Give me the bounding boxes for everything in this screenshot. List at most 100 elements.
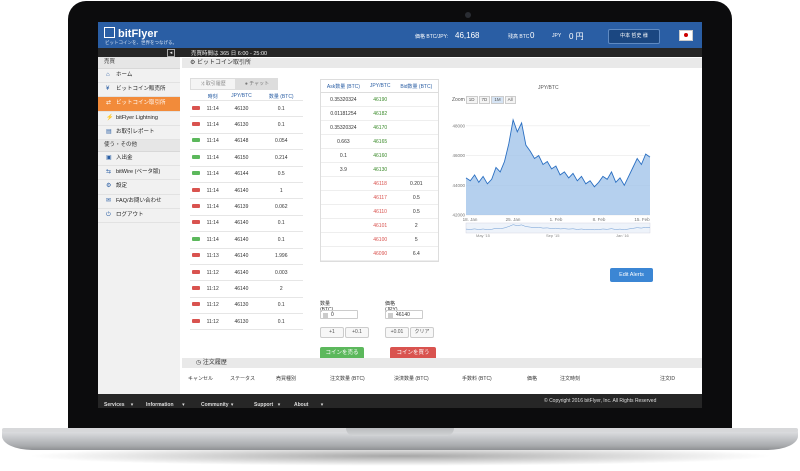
order-history-columns: キャンセル ステータス 売買種別 注文数量 (BTC) 決済数量 (BTC) 手数料 (B…	[180, 375, 700, 383]
side-sell-badge	[192, 204, 200, 209]
trade-price: 46140	[223, 215, 260, 233]
step-plus-0-1-button[interactable]: +0.1	[345, 327, 369, 338]
trade-qty: 0.5	[259, 166, 303, 183]
edit-alerts-button[interactable]: Edit Alerts	[610, 268, 653, 282]
bid-row[interactable]: 46101 2	[321, 218, 438, 233]
clock-icon: ◷	[196, 360, 203, 366]
order-history-column: 注文ID	[660, 376, 676, 382]
sidebar-item-report[interactable]: ▤ お取引レポート	[98, 126, 180, 140]
chevron-down-icon: ▾	[182, 402, 185, 408]
ask-qty-header: Ask数量 (BTC)	[321, 80, 366, 93]
qty-input[interactable]: 0	[320, 310, 358, 319]
exchange-icon: ⇄	[106, 100, 112, 107]
trade-qty: 0.214	[259, 149, 303, 167]
ask-row[interactable]: 3.9 46130	[321, 162, 438, 177]
bitwire-icon: ⇆	[106, 169, 112, 176]
trade-qty: 0.1	[259, 215, 303, 233]
order-history-column: キャンセル	[188, 376, 214, 382]
footer-link-information[interactable]: Information	[146, 402, 174, 408]
ask-row[interactable]: 0.01181254 46182	[321, 106, 438, 121]
sidebar-item-lightning[interactable]: ⚡ bitFlyer Lightning	[98, 112, 180, 126]
ask-row[interactable]: 0.663 46165	[321, 134, 438, 149]
trade-price: 46140	[223, 231, 260, 249]
logout-icon: ⏻	[106, 211, 111, 218]
yen-icon: ¥	[106, 86, 110, 93]
table-row: 11:14 46140 1	[190, 182, 303, 200]
bid-row[interactable]: 46118 0.201	[321, 176, 438, 191]
clear-button[interactable]: クリア	[410, 327, 434, 338]
chevron-down-icon: ▾	[130, 402, 134, 408]
bid-row[interactable]: 46110 0.5	[321, 204, 438, 219]
step-plus-1-button[interactable]: +1	[320, 327, 344, 338]
ask-qty: 3.9	[321, 162, 366, 177]
bid-row[interactable]: 46090 6.4	[321, 246, 438, 261]
trade-time: 11:14	[202, 116, 224, 134]
footer-link-about-us[interactable]: About Us	[294, 402, 308, 408]
side-badge	[190, 182, 202, 200]
trading-hours: 売買時間は 365 日 6:00 - 25:00	[191, 51, 268, 57]
brand-logo[interactable]: bitFlyer	[104, 27, 158, 40]
tab-history[interactable]: ⤨ 取引履歴	[190, 78, 236, 90]
x-tick-label: 1. Feb	[550, 217, 563, 222]
navigator-label: May '15	[476, 233, 491, 238]
empty-cell	[321, 176, 366, 191]
tab-chat[interactable]: ● チャット	[236, 78, 278, 90]
table-row: 11:14 46140 0.1	[190, 231, 303, 249]
trade-qty: 0.1	[259, 313, 303, 331]
chevron-down-icon: ▾	[277, 402, 281, 408]
side-badge	[190, 149, 202, 167]
side-badge	[190, 166, 202, 183]
trade-price: 46130	[223, 100, 260, 118]
ask-price: 46130	[365, 162, 395, 177]
order-history-column: 売買種別	[276, 376, 297, 382]
bid-row[interactable]: 46100 5	[321, 232, 438, 247]
sidebar-item-home[interactable]: ⌂ ホーム	[98, 69, 180, 84]
order-history-column: 注文時刻	[560, 376, 581, 382]
bid-price: 46101	[365, 218, 395, 233]
collapse-sidebar-icon[interactable]: ◂	[167, 49, 175, 57]
user-menu-button[interactable]: 中本 哲史 様	[608, 29, 660, 44]
step-plus-0-01-button[interactable]: +0.01	[385, 327, 409, 338]
camera-icon	[465, 12, 471, 18]
price-header: JPY/BTC	[223, 92, 260, 101]
footer-link-support[interactable]: Support	[254, 402, 273, 408]
empty-cell	[394, 162, 438, 177]
ask-row[interactable]: 0.1 46160	[321, 148, 438, 163]
ask-row[interactable]: 0.35320324 46190	[321, 92, 438, 107]
side-badge	[190, 264, 202, 282]
chevron-down-icon: ▾	[230, 402, 234, 408]
book-price-header: JPY/BTC	[365, 80, 395, 93]
table-row: 11:12 46130 0.1	[190, 297, 303, 315]
order-book: Ask数量 (BTC) JPY/BTC Bid数量 (BTC) 0.353203…	[320, 79, 439, 262]
sidebar-item-shop[interactable]: ¥ ビットコイン販売所	[98, 83, 180, 98]
sidebar-item-logout[interactable]: ⏻ ログアウト	[98, 209, 180, 223]
sidebar-item-deposit[interactable]: ▣ 入出金	[98, 152, 180, 167]
sidebar-section-trade: 売買	[98, 57, 180, 69]
ask-row[interactable]: 0.35320324 46170	[321, 120, 438, 135]
ask-qty: 0.01181254	[321, 106, 366, 121]
sidebar-item-faq[interactable]: ✉ FAQ/お問い合わせ	[98, 195, 180, 209]
chevron-down-icon: ▾	[320, 402, 324, 408]
y-tick-label: 46000	[452, 153, 465, 158]
trading-hours-bar: ◂ 売買時間は 365 日 6:00 - 25:00	[98, 48, 702, 57]
lightning-icon: ⚡	[106, 114, 114, 121]
empty-cell	[321, 246, 366, 261]
qty-header: 数量 (BTC)	[259, 92, 303, 101]
footer-link-community[interactable]: Community	[201, 402, 229, 408]
footer-link-services[interactable]: Services	[104, 402, 125, 408]
trade-price: 46130	[223, 297, 260, 315]
sidebar-item-exchange[interactable]: ⇄ ビットコイン取引所	[98, 97, 180, 112]
trade-qty: 0.1	[259, 100, 303, 118]
trade-time: 11:14	[202, 231, 224, 249]
trade-price: 46139	[223, 198, 260, 216]
price-input[interactable]: 46140	[385, 310, 423, 319]
trade-time: 11:14	[202, 182, 224, 200]
bid-row[interactable]: 46117 0.5	[321, 190, 438, 205]
sidebar-item-settings[interactable]: ⚙ 設定	[98, 180, 180, 195]
bid-price: 46100	[365, 232, 395, 247]
sidebar-item-bitwire[interactable]: ⇆ bitWire (ベータ版)	[98, 166, 180, 181]
trade-time: 11:14	[202, 215, 224, 233]
side-sell-badge	[192, 285, 200, 290]
trade-price: 46148	[223, 133, 260, 151]
japan-flag-icon[interactable]	[679, 30, 693, 41]
